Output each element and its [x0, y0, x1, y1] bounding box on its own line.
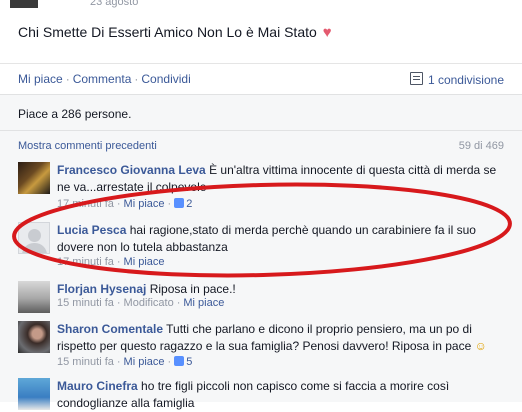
comment-like-button[interactable]: Mi piace	[124, 356, 165, 368]
comment-body: Riposa in pace.!	[149, 282, 236, 296]
share-icon	[409, 72, 423, 85]
share-button[interactable]: Condividi	[141, 72, 190, 86]
comment-text: Lucia Pesca hai ragione,stato di merda p…	[57, 222, 512, 256]
poster-avatar[interactable]	[10, 0, 38, 8]
smile-icon: ☺	[474, 339, 487, 353]
comment-text: Mauro Cinefra ho tre figli piccoli non c…	[57, 378, 512, 412]
comment-meta: 15 minuti fa · Modificato · Mi piace	[57, 297, 225, 309]
comment-text: Florjan Hysenaj Riposa in pace.!	[57, 281, 512, 298]
thumbs-up-icon	[174, 198, 185, 208]
top-strip: 23 agosto	[0, 0, 522, 10]
comment-author[interactable]: Sharon Comentale	[57, 322, 163, 336]
comment-time[interactable]: 15 minuti fa	[57, 297, 114, 309]
comment-text: Francesco Giovanna Leva È un'altra vitti…	[57, 162, 512, 196]
comment-count: 59 di 469	[458, 140, 504, 152]
comment-text: Sharon Comentale Tutti che parlano e dic…	[57, 321, 512, 355]
comment-author[interactable]: Florjan Hysenaj	[57, 282, 146, 296]
like-button[interactable]: Mi piace	[18, 72, 63, 86]
post-text: Chi Smette Di Esserti Amico Non Lo è Mai…	[18, 24, 332, 41]
avatar[interactable]	[18, 281, 50, 313]
share-count-label: 1 condivisione	[427, 73, 504, 87]
comment-author[interactable]: Francesco Giovanna Leva	[57, 163, 206, 177]
comment-time[interactable]: 17 minuti fa	[57, 198, 114, 210]
comment-meta: 17 minuti fa · Mi piace	[57, 256, 165, 268]
comment-meta: 15 minuti fa · Mi piace · 5	[57, 356, 193, 368]
avatar[interactable]	[18, 162, 50, 194]
post-date[interactable]: 23 agosto	[90, 0, 138, 8]
comment-time[interactable]: 17 minuti fa	[57, 256, 114, 268]
comment-time[interactable]: 15 minuti fa	[57, 356, 114, 368]
comment-like-button[interactable]: Mi piace	[124, 198, 165, 210]
share-count[interactable]: 1 condivisione	[409, 72, 504, 87]
post-actions: Mi piace · Commenta · Condividi 1 condivisio…	[0, 63, 522, 94]
default-avatar-head	[28, 229, 41, 242]
comment-author[interactable]: Mauro Cinefra	[57, 379, 138, 393]
avatar[interactable]	[18, 321, 50, 353]
comment-like-button[interactable]: Mi piace	[183, 297, 224, 309]
likes-summary: Piace a 286 persone.	[0, 94, 522, 131]
comment-like-count[interactable]: 5	[186, 356, 192, 368]
comment-meta: 17 minuti fa · Mi piace · 2	[57, 198, 193, 210]
show-previous-comments[interactable]: Mostra commenti precedenti	[18, 140, 157, 152]
likes-text[interactable]: Piace a 286 persone.	[18, 107, 131, 121]
post-body: Chi Smette Di Esserti Amico Non Lo è Mai…	[18, 24, 317, 40]
avatar[interactable]	[18, 378, 50, 410]
comment-author[interactable]: Lucia Pesca	[57, 223, 126, 237]
comment-modified[interactable]: Modificato	[124, 297, 174, 309]
comments-header: Mostra commenti precedenti 59 di 469	[0, 130, 522, 159]
comment-button[interactable]: Commenta	[73, 72, 132, 86]
default-avatar-body	[22, 243, 47, 253]
comment-like-count[interactable]: 2	[186, 198, 192, 210]
comment-like-button[interactable]: Mi piace	[124, 256, 165, 268]
heart-icon: ♥	[322, 24, 332, 41]
avatar[interactable]	[18, 222, 50, 254]
thumbs-up-icon	[174, 356, 185, 366]
